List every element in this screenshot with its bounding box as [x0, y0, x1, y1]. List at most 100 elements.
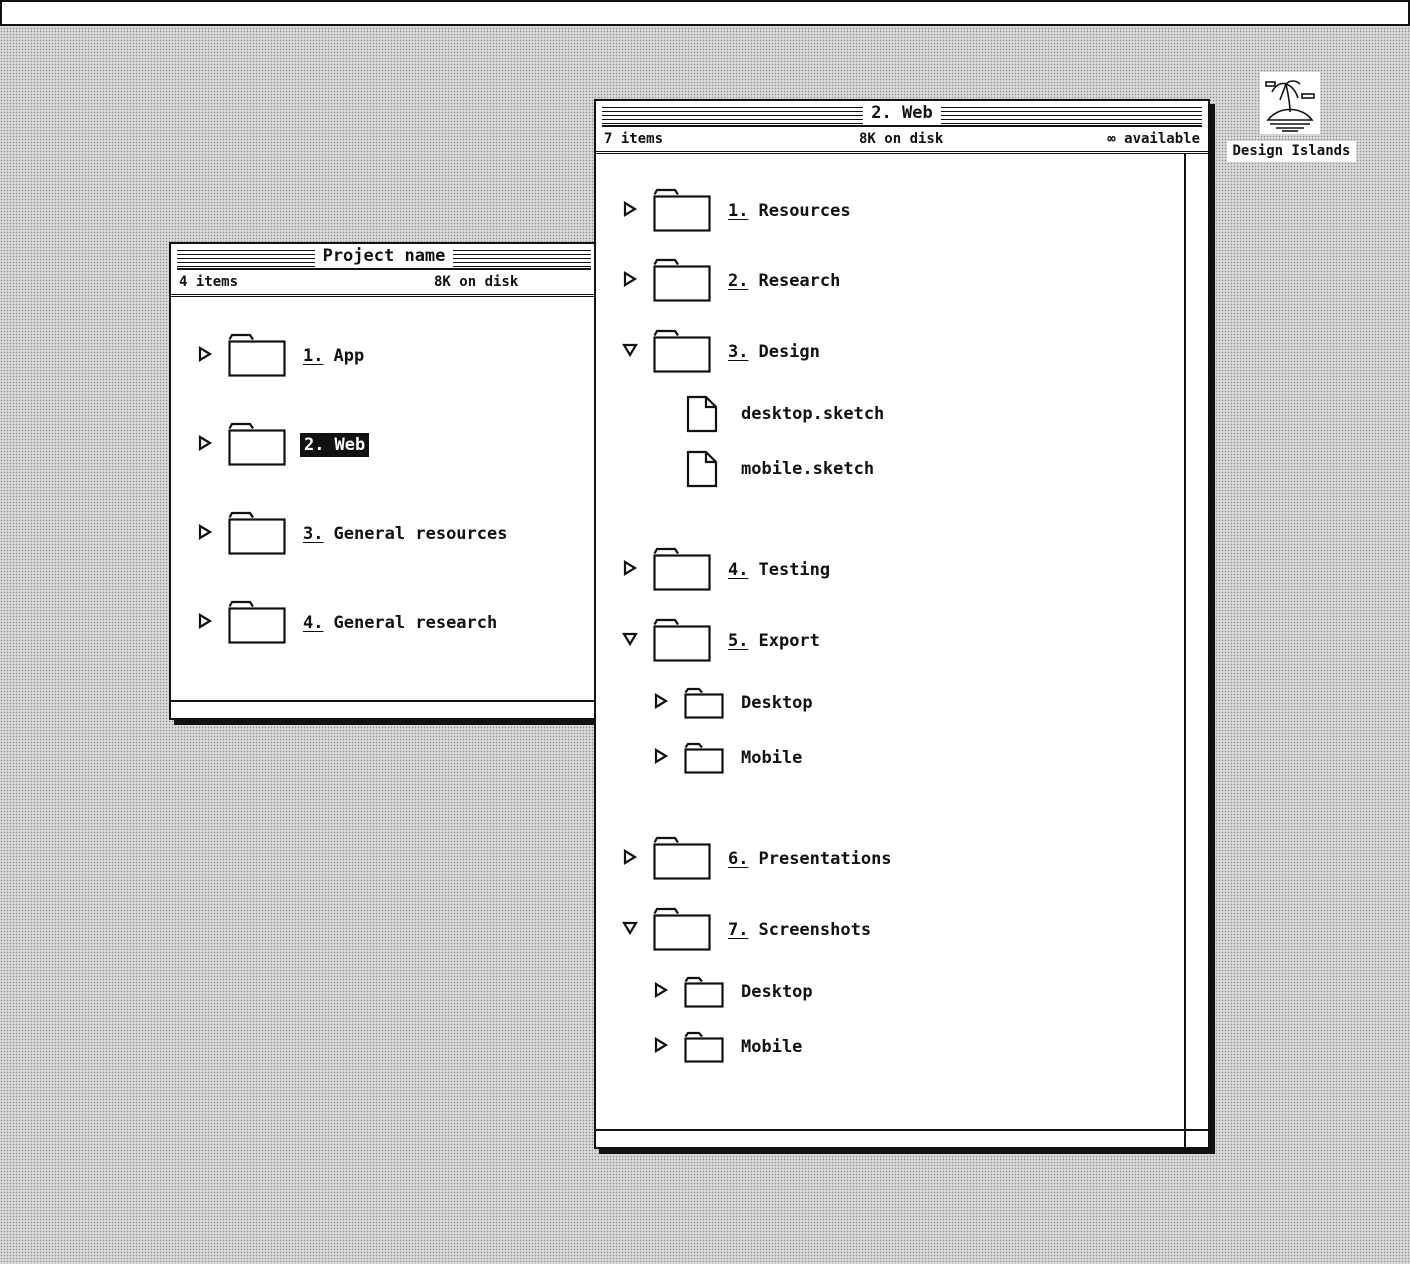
item-name: desktop.sketch	[741, 404, 885, 424]
item-label[interactable]: Desktop	[741, 982, 813, 1002]
item-label[interactable]: desktop.sketch	[741, 404, 884, 424]
folder-icon[interactable]	[653, 618, 711, 666]
disclosure-expanded-icon[interactable]	[622, 631, 638, 651]
folder-row[interactable]: 6. Presentations	[596, 836, 1208, 884]
disk-usage: 8K on disk	[434, 274, 519, 290]
items-count: 7 items	[604, 131, 664, 147]
folder-icon[interactable]	[228, 600, 286, 648]
folder-row[interactable]: 4. Testing	[596, 547, 1208, 595]
folder-row[interactable]: 5. Export	[596, 618, 1208, 666]
disk-usage: 8K on disk	[859, 131, 944, 147]
item-name: App	[333, 346, 365, 366]
disclosure-collapsed-icon[interactable]	[653, 693, 669, 713]
folder-row[interactable]: 3. General resources	[171, 511, 597, 559]
item-number: 5.	[728, 631, 749, 651]
folder-icon[interactable]	[684, 976, 724, 1012]
disclosure-collapsed-icon[interactable]	[622, 849, 638, 869]
item-number: 1.	[728, 201, 749, 221]
folder-row[interactable]: 1. Resources	[596, 188, 1208, 236]
item-label[interactable]: 2. Research	[728, 271, 840, 291]
disclosure-collapsed-icon[interactable]	[197, 613, 213, 633]
desktop-icon-label[interactable]: Design Islands	[1227, 141, 1356, 162]
disclosure-collapsed-icon[interactable]	[197, 346, 213, 366]
disclosure-collapsed-icon[interactable]	[622, 560, 638, 580]
folder-icon[interactable]	[653, 836, 711, 884]
item-number: 1.	[303, 346, 324, 366]
horizontal-scrollbar[interactable]	[596, 1129, 1208, 1147]
item-label[interactable]: 3. Design	[728, 342, 820, 362]
folder-icon[interactable]	[653, 907, 711, 955]
subfolder-row[interactable]: Desktop	[596, 681, 1208, 725]
disclosure-collapsed-icon[interactable]	[622, 271, 638, 291]
item-label[interactable]: 6. Presentations	[728, 849, 892, 869]
title-bar[interactable]: 2. Web	[602, 101, 1202, 127]
disclosure-collapsed-icon[interactable]	[622, 201, 638, 221]
disclosure-collapsed-icon[interactable]	[653, 748, 669, 768]
folder-row[interactable]: 2. Research	[596, 258, 1208, 306]
item-name: Presentations	[758, 849, 892, 869]
file-icon[interactable]	[686, 395, 718, 437]
item-name: Web	[334, 435, 366, 455]
item-label[interactable]: 1. App	[303, 346, 364, 366]
item-name: Design	[758, 342, 820, 362]
folder-row[interactable]: 1. App	[171, 333, 597, 381]
folder-icon[interactable]	[228, 422, 286, 470]
folder-icon[interactable]	[684, 1031, 724, 1067]
subfolder-row[interactable]: Mobile	[596, 1025, 1208, 1069]
item-label[interactable]: Mobile	[741, 1037, 802, 1057]
item-label[interactable]: 4. Testing	[728, 560, 830, 580]
item-label[interactable]: 2. Web	[300, 433, 370, 457]
item-label[interactable]: Desktop	[741, 693, 813, 713]
item-number: 7.	[728, 920, 749, 940]
item-number: 4.	[728, 560, 749, 580]
item-number: 4.	[303, 613, 324, 633]
item-number: 2.	[304, 435, 325, 455]
items-count: 4 items	[179, 274, 239, 290]
folder-icon[interactable]	[684, 742, 724, 778]
item-label[interactable]: 4. General research	[303, 613, 497, 633]
file-icon[interactable]	[686, 450, 718, 492]
disclosure-collapsed-icon[interactable]	[197, 524, 213, 544]
item-label[interactable]: 1. Resources	[728, 201, 851, 221]
title-bar[interactable]: Project name	[177, 244, 591, 270]
item-name: Testing	[758, 560, 831, 580]
folder-icon[interactable]	[653, 547, 711, 595]
item-name: Export	[758, 631, 820, 651]
subfolder-row[interactable]: Desktop	[596, 970, 1208, 1014]
folder-icon[interactable]	[684, 687, 724, 723]
file-row[interactable]: mobile.sketch	[596, 447, 1208, 491]
file-row[interactable]: desktop.sketch	[596, 392, 1208, 436]
web-window[interactable]: 2. Web 7 items 8K on disk ∞ available 1.…	[594, 99, 1210, 1149]
folder-icon[interactable]	[653, 258, 711, 306]
disclosure-collapsed-icon[interactable]	[653, 982, 669, 1002]
folder-icon[interactable]	[228, 511, 286, 559]
folder-icon[interactable]	[653, 329, 711, 377]
disclosure-expanded-icon[interactable]	[622, 342, 638, 362]
folder-icon[interactable]	[653, 188, 711, 236]
folder-row[interactable]: 7. Screenshots	[596, 907, 1208, 955]
disclosure-collapsed-icon[interactable]	[197, 435, 213, 455]
item-number: 3.	[303, 524, 324, 544]
window-title: Project name	[314, 244, 454, 268]
folder-row[interactable]: 4. General research	[171, 600, 597, 648]
item-name: General research	[333, 613, 498, 633]
item-name: Screenshots	[758, 920, 872, 940]
item-name: Mobile	[741, 1037, 803, 1057]
item-label[interactable]: 3. General resources	[303, 524, 507, 544]
folder-icon[interactable]	[228, 333, 286, 381]
item-number: 3.	[728, 342, 749, 362]
island-icon[interactable]	[1260, 72, 1320, 134]
project-window[interactable]: Project name 4 items 8K on disk 1. App 2. W…	[169, 242, 599, 720]
item-label[interactable]: mobile.sketch	[741, 459, 874, 479]
item-label[interactable]: Mobile	[741, 748, 802, 768]
disclosure-expanded-icon[interactable]	[622, 920, 638, 940]
disclosure-collapsed-icon[interactable]	[653, 1037, 669, 1057]
folder-row[interactable]: 2. Web	[171, 422, 597, 470]
folder-row[interactable]: 3. Design	[596, 329, 1208, 377]
subfolder-row[interactable]: Mobile	[596, 736, 1208, 780]
item-label[interactable]: 7. Screenshots	[728, 920, 871, 940]
item-number: 2.	[728, 271, 749, 291]
info-bar: 4 items 8K on disk	[171, 270, 597, 297]
available-space: ∞ available	[1107, 131, 1200, 147]
item-label[interactable]: 5. Export	[728, 631, 820, 651]
